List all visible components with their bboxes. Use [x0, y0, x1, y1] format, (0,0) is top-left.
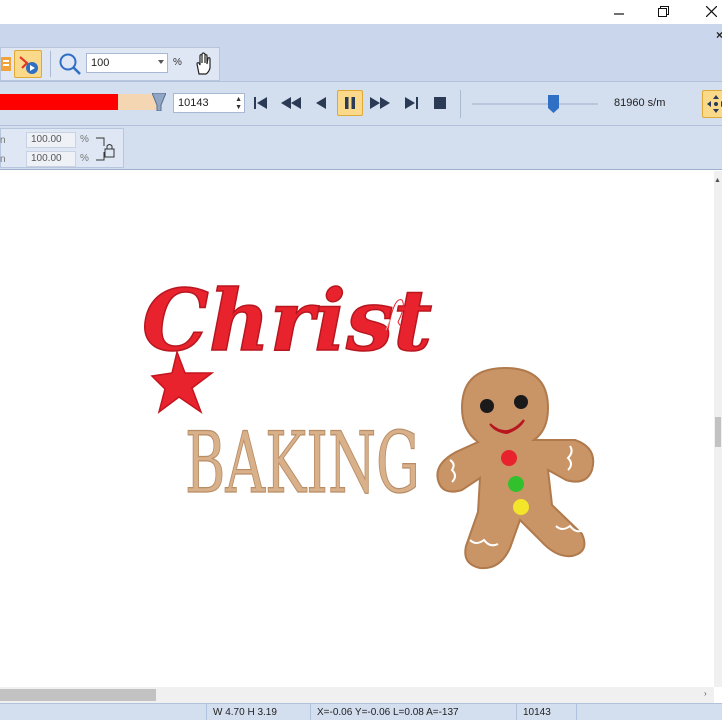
toolbar-separator [50, 51, 51, 77]
last-icon[interactable] [398, 90, 424, 116]
move-icon[interactable] [702, 90, 722, 118]
gingerbread-button [501, 450, 517, 466]
status-size: W 4.70 H 3.19 [206, 704, 310, 720]
design-canvas[interactable]: Christ BAKING [0, 171, 714, 687]
scale-width-label: n [0, 135, 6, 146]
progress-handle-icon[interactable] [151, 92, 167, 112]
scale-height-unit: % [80, 153, 89, 164]
gingerbread-button [513, 499, 529, 515]
gingerbread-eye [514, 395, 528, 409]
scale-height-field[interactable]: 100.00 [26, 151, 76, 167]
status-empty [576, 704, 722, 720]
chevron-down-icon[interactable] [158, 60, 164, 64]
horizontal-scroll-thumb[interactable] [0, 689, 156, 701]
title-bar [0, 0, 722, 24]
speed-label: 81960 s/m [614, 97, 666, 109]
stitch-progress-fill [0, 94, 119, 110]
stitch-progress-bar[interactable] [0, 94, 160, 110]
step-back-icon[interactable] [308, 90, 334, 116]
horizontal-scrollbar[interactable]: › [0, 687, 714, 703]
gingerbread-button [508, 476, 524, 492]
fast-forward-icon[interactable] [367, 90, 393, 116]
gingerbread-man [436, 366, 595, 570]
vertical-scrollbar[interactable]: ▲ [714, 171, 722, 687]
main-toolbar: × 100 % [0, 24, 722, 82]
zoom-value: 100 [91, 57, 110, 69]
scale-width-unit: % [80, 134, 89, 145]
pause-icon[interactable] [337, 90, 363, 116]
zoom-unit: % [173, 57, 182, 68]
zoom-icon[interactable] [56, 50, 84, 78]
scale-width-field[interactable]: 100.00 [26, 132, 76, 148]
scroll-right-icon[interactable]: › [704, 689, 707, 698]
vertical-scroll-thumb[interactable] [715, 417, 721, 447]
restore-icon[interactable] [652, 2, 674, 20]
proportional-lock-icon[interactable] [94, 136, 118, 165]
speed-slider[interactable] [472, 103, 598, 105]
stitch-number-value: 10143 [178, 97, 209, 109]
transform-toolbar: n 100.00 % n 100.00 % [0, 126, 722, 170]
baking-text: BAKING [185, 414, 420, 512]
minimize-icon[interactable] [608, 2, 630, 20]
status-coordinates: X=-0.06 Y=-0.06 L=0.08 A=-137 [310, 704, 516, 720]
spin-down-icon[interactable]: ▼ [235, 104, 242, 111]
stitch-number-input[interactable]: 10143 ▲ ▼ [173, 93, 245, 113]
stop-icon[interactable] [427, 90, 453, 116]
close-icon[interactable] [700, 2, 722, 20]
zoom-input[interactable]: 100 [86, 53, 168, 73]
toolbar-separator [460, 90, 461, 118]
close-document-icon[interactable]: × [716, 28, 722, 42]
status-stitch-count: 10143 [516, 704, 576, 720]
embroidery-design: Christ BAKING [141, 270, 595, 570]
gingerbread-eye [480, 399, 494, 413]
spin-up-icon[interactable]: ▲ [235, 96, 242, 103]
speed-slider-thumb[interactable] [547, 95, 559, 113]
stitch-player-icon[interactable] [14, 50, 42, 78]
first-icon[interactable] [248, 90, 274, 116]
christmas-script-text: Christ [142, 271, 432, 370]
pan-hand-icon[interactable] [190, 50, 218, 78]
scale-height-label: n [0, 154, 6, 165]
rewind-icon[interactable] [278, 90, 304, 116]
scroll-up-icon[interactable]: ▲ [714, 177, 721, 184]
status-bar: W 4.70 H 3.19 X=-0.06 Y=-0.06 L=0.08 A=-… [0, 703, 722, 720]
